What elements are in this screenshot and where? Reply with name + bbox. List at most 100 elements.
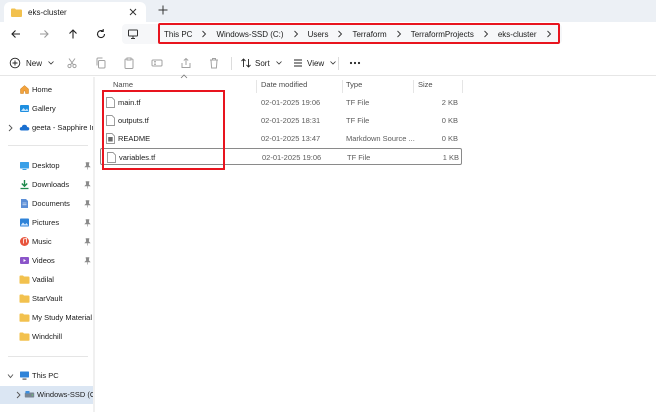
column-divider[interactable] (462, 80, 463, 93)
pin-icon[interactable] (84, 200, 91, 208)
copy-icon (96, 57, 106, 69)
chevron-right-icon[interactable] (201, 30, 207, 38)
pin-icon[interactable] (84, 257, 91, 265)
command-bar: New Sort View (0, 50, 656, 76)
share-button[interactable] (180, 54, 192, 72)
sidebar-item-windchill[interactable]: Windchill (0, 328, 95, 346)
file-size: 1 KB (442, 153, 459, 162)
videos-icon (20, 257, 29, 264)
file-type: TF File (346, 98, 370, 107)
chevron-right-icon[interactable] (396, 30, 402, 38)
cut-button[interactable] (66, 54, 78, 72)
breadcrumb-users[interactable]: Users (308, 30, 329, 39)
gallery-icon (20, 105, 29, 112)
column-header-size[interactable]: Size (418, 80, 433, 89)
sidebar-scrollbar[interactable] (93, 77, 95, 412)
chevron-right-icon[interactable] (15, 391, 22, 399)
file-size: 0 KB (441, 134, 458, 143)
drive-icon (24, 391, 35, 398)
sidebar-label: Gallery (32, 104, 56, 113)
breadcrumb-eks-cluster[interactable]: eks-cluster (498, 30, 537, 39)
sidebar-item-music[interactable]: Music (0, 233, 95, 251)
column-divider[interactable] (256, 80, 257, 93)
column-header-name[interactable]: Name (113, 80, 133, 89)
column-header-type[interactable]: Type (346, 80, 362, 89)
sort-icon (241, 58, 251, 68)
folder-icon (19, 332, 30, 341)
sidebar-item-my-study-material[interactable]: My Study Material (0, 309, 95, 327)
pin-icon[interactable] (84, 181, 91, 189)
file-type: Markdown Source ... (346, 134, 415, 143)
trash-icon (210, 58, 218, 69)
sidebar-label: Downloads (32, 180, 70, 189)
view-button[interactable]: View (292, 54, 336, 72)
view-icon (294, 59, 302, 67)
pin-icon[interactable] (84, 162, 91, 170)
sidebar-item-vadilal[interactable]: Vadilal (0, 271, 95, 289)
chevron-right-icon[interactable] (337, 30, 343, 38)
sidebar-label: Vadilal (32, 275, 54, 284)
folder-icon (19, 275, 30, 284)
sidebar-item-windows-ssd[interactable]: Windows-SSD (C:) (0, 386, 95, 404)
new-tab-icon[interactable] (157, 4, 169, 16)
sidebar-item-videos[interactable]: Videos (0, 252, 95, 270)
sidebar-item-starvault[interactable]: StarVault (0, 290, 95, 308)
sidebar-item-downloads[interactable]: Downloads (0, 176, 95, 194)
column-divider[interactable] (342, 80, 343, 93)
file-date: 02-01-2025 13:47 (261, 134, 321, 143)
sidebar-item-gallery[interactable]: Gallery (0, 100, 95, 118)
forward-icon[interactable] (38, 28, 50, 40)
chevron-right-icon[interactable] (7, 124, 14, 132)
share-icon (181, 57, 191, 68)
file-list: Name Date modified Type Size main.tf 02-… (100, 74, 656, 412)
documents-icon (21, 199, 28, 208)
sidebar-label: This PC (32, 371, 59, 380)
chevron-right-icon[interactable] (293, 30, 299, 38)
copy-button[interactable] (95, 54, 107, 72)
breadcrumb-drive[interactable]: Windows-SSD (C:) (216, 30, 283, 39)
column-header-date[interactable]: Date modified (261, 80, 307, 89)
sidebar-item-desktop[interactable]: Desktop (0, 157, 95, 175)
chevron-down-icon[interactable] (7, 372, 14, 380)
tab-eks-cluster[interactable]: eks-cluster (4, 2, 146, 22)
sidebar-item-pictures[interactable]: Pictures (0, 214, 95, 232)
breadcrumb-terraform[interactable]: Terraform (352, 30, 386, 39)
new-button[interactable]: New (9, 54, 54, 72)
file-date: 02-01-2025 19:06 (261, 98, 321, 107)
navigation-bar: This PC Windows-SSD (C:) Users Terraform… (0, 22, 656, 46)
breadcrumb-terraform-projects[interactable]: TerraformProjects (411, 30, 474, 39)
delete-button[interactable] (208, 54, 220, 72)
music-icon (20, 237, 29, 246)
up-icon[interactable] (67, 28, 79, 40)
sort-label: Sort (255, 58, 270, 68)
sidebar-item-onedrive[interactable]: geeta - Sapphire In (0, 119, 95, 137)
sidebar-item-home[interactable]: Home (0, 81, 95, 99)
sort-button[interactable]: Sort (240, 54, 282, 72)
sidebar-label: Pictures (32, 218, 60, 227)
sidebar-label: geeta - Sapphire In (32, 123, 95, 132)
column-divider[interactable] (413, 80, 414, 93)
more-icon (349, 61, 361, 65)
close-icon[interactable] (128, 7, 138, 17)
sidebar-divider (8, 356, 88, 357)
chevron-down-icon (48, 61, 54, 65)
cut-icon (67, 58, 77, 69)
paste-icon (124, 57, 134, 69)
sort-ascending-icon (180, 74, 188, 79)
chevron-right-icon[interactable] (483, 30, 489, 38)
sidebar-item-documents[interactable]: Documents (0, 195, 95, 213)
chevron-right-icon[interactable] (546, 30, 552, 38)
more-options-button[interactable] (349, 54, 361, 72)
breadcrumb-this-pc[interactable]: This PC (164, 30, 192, 39)
sidebar-item-this-pc[interactable]: This PC (0, 367, 95, 385)
sidebar-label: StarVault (32, 294, 63, 303)
pin-icon[interactable] (84, 219, 91, 227)
sidebar-label: Music (32, 237, 52, 246)
paste-button[interactable] (123, 54, 135, 72)
pin-icon[interactable] (84, 238, 91, 246)
back-icon[interactable] (10, 28, 22, 40)
refresh-icon[interactable] (95, 28, 107, 40)
sidebar-label: Videos (32, 256, 55, 265)
computer-icon (20, 371, 29, 380)
rename-button[interactable] (151, 54, 163, 72)
